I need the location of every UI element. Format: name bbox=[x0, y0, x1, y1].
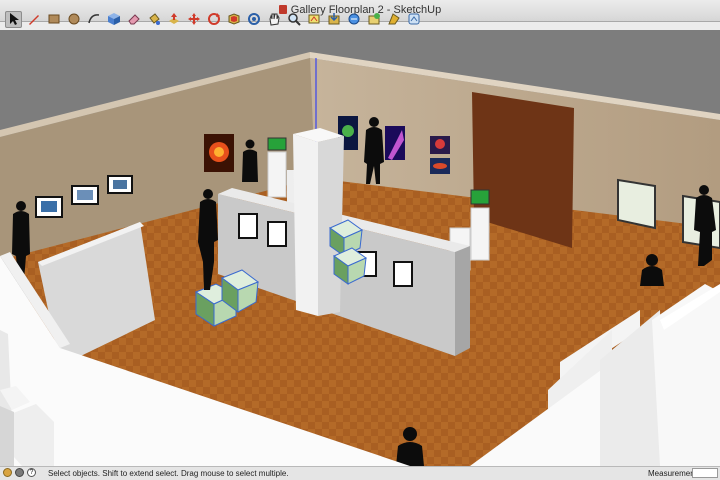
circle-tool-icon[interactable] bbox=[65, 11, 82, 28]
painting-frame bbox=[393, 261, 413, 287]
extension-warehouse-icon[interactable] bbox=[385, 11, 402, 28]
screen-display bbox=[267, 137, 287, 151]
pencil-line-tool-icon[interactable] bbox=[25, 11, 42, 28]
rotate-tool-icon[interactable] bbox=[205, 11, 222, 28]
3d-viewport[interactable] bbox=[0, 30, 720, 466]
rectangle-tool-icon[interactable] bbox=[45, 11, 62, 28]
status-icons: ? bbox=[3, 468, 36, 477]
credits-icon[interactable] bbox=[15, 468, 24, 477]
zoom-tool-icon[interactable] bbox=[285, 11, 302, 28]
move-tool-icon[interactable] bbox=[185, 11, 202, 28]
status-message: Select objects. Shift to extend select. … bbox=[48, 469, 289, 478]
pedestal bbox=[470, 207, 490, 261]
push-pull-tool-icon[interactable] bbox=[165, 11, 182, 28]
get-models-icon[interactable] bbox=[325, 11, 342, 28]
share-component-icon[interactable] bbox=[365, 11, 382, 28]
make-component-icon[interactable] bbox=[105, 11, 122, 28]
arc-tool-icon[interactable] bbox=[85, 11, 102, 28]
gallery-3d-scene[interactable] bbox=[0, 30, 720, 466]
zoom-extents-icon[interactable] bbox=[305, 11, 322, 28]
sketchup-window: Gallery Floorplan 2 - SketchUp ? Select … bbox=[0, 0, 720, 480]
layout-icon[interactable] bbox=[405, 11, 422, 28]
pedestal bbox=[267, 151, 287, 198]
measurements-input[interactable] bbox=[692, 468, 718, 478]
orbit-tool-icon[interactable] bbox=[245, 11, 262, 28]
help-icon[interactable]: ? bbox=[27, 468, 36, 477]
painting-frame bbox=[238, 213, 258, 239]
screen-display bbox=[470, 189, 490, 205]
geo-location-icon[interactable] bbox=[3, 468, 12, 477]
status-bar: ? Select objects. Shift to extend select… bbox=[0, 466, 720, 480]
select-tool-icon[interactable] bbox=[5, 10, 22, 28]
pan-tool-icon[interactable] bbox=[265, 11, 282, 28]
painting-frame bbox=[617, 178, 656, 230]
painting-frame bbox=[267, 221, 287, 247]
paint-bucket-tool-icon[interactable] bbox=[145, 11, 162, 28]
eraser-tool-icon[interactable] bbox=[125, 11, 142, 28]
share-model-icon[interactable] bbox=[345, 11, 362, 28]
main-toolbar bbox=[0, 8, 422, 30]
offset-tool-icon[interactable] bbox=[225, 11, 242, 28]
